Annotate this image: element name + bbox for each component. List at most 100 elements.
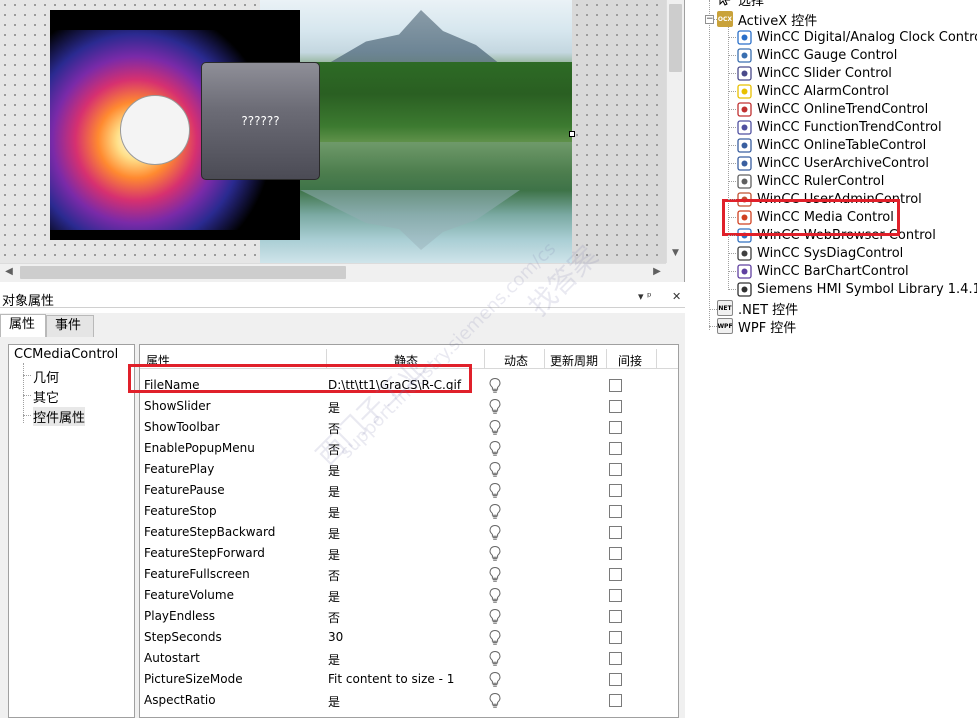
- property-row[interactable]: FeatureStepBackward 是: [140, 523, 678, 544]
- lightbulb-icon[interactable]: [488, 692, 502, 709]
- property-value[interactable]: 是: [328, 546, 340, 563]
- property-row[interactable]: FeaturePlay 是: [140, 460, 678, 481]
- scroll-right-icon[interactable]: ▶: [650, 265, 664, 279]
- indirect-checkbox[interactable]: [609, 610, 622, 623]
- indirect-checkbox[interactable]: [609, 463, 622, 476]
- tree-item-control[interactable]: Siemens HMI Symbol Library 1.4.1: [736, 280, 977, 298]
- indirect-checkbox[interactable]: [609, 547, 622, 560]
- indirect-checkbox[interactable]: [609, 421, 622, 434]
- lightbulb-icon[interactable]: [488, 482, 502, 499]
- lightbulb-icon[interactable]: [488, 503, 502, 520]
- tree-item-control[interactable]: WinCC AlarmControl: [736, 82, 889, 100]
- indirect-checkbox[interactable]: [609, 673, 622, 686]
- tree-item-control[interactable]: WinCC FunctionTrendControl: [736, 118, 942, 136]
- lightbulb-icon[interactable]: [488, 545, 502, 562]
- lightbulb-icon[interactable]: [488, 671, 502, 688]
- property-value[interactable]: 是: [328, 462, 340, 479]
- horizontal-scroll-thumb[interactable]: [20, 266, 346, 279]
- close-icon[interactable]: ✕: [672, 290, 681, 303]
- lightbulb-icon[interactable]: [488, 461, 502, 478]
- indirect-checkbox[interactable]: [609, 484, 622, 497]
- indirect-checkbox[interactable]: [609, 694, 622, 707]
- tree-item-control[interactable]: WinCC UserArchiveControl: [736, 154, 929, 172]
- tree-item-control[interactable]: WinCC BarChartControl: [736, 262, 909, 280]
- tree-item-net[interactable]: NET .NET 控件: [717, 299, 798, 318]
- property-value[interactable]: 否: [328, 567, 340, 584]
- lightbulb-icon[interactable]: [488, 524, 502, 541]
- property-value[interactable]: 是: [328, 399, 340, 416]
- indirect-checkbox[interactable]: [609, 442, 622, 455]
- canvas-vertical-scrollbar[interactable]: ▼: [666, 0, 683, 263]
- indirect-checkbox[interactable]: [609, 379, 622, 392]
- lightbulb-icon[interactable]: [488, 419, 502, 436]
- lightbulb-icon[interactable]: [488, 440, 502, 457]
- property-row[interactable]: FeatureStepForward 是: [140, 544, 678, 565]
- property-value[interactable]: 是: [328, 525, 340, 542]
- lightbulb-icon[interactable]: [488, 566, 502, 583]
- property-row[interactable]: FeatureStop 是: [140, 502, 678, 523]
- tree-item-control[interactable]: WinCC Gauge Control: [736, 46, 897, 64]
- category-control-properties[interactable]: 控件属性: [33, 407, 86, 426]
- property-value[interactable]: 是: [328, 588, 340, 605]
- lightbulb-icon[interactable]: [488, 398, 502, 415]
- function-trend-icon: [736, 119, 752, 135]
- sysdiag-icon: [736, 245, 752, 261]
- tree-item-wpf-label: WPF 控件: [738, 320, 797, 336]
- property-row[interactable]: ShowToolbar 否: [140, 418, 678, 439]
- lightbulb-icon[interactable]: [488, 629, 502, 646]
- scroll-left-icon[interactable]: ◀: [2, 265, 16, 279]
- indirect-checkbox[interactable]: [609, 568, 622, 581]
- lightbulb-icon[interactable]: [488, 377, 502, 394]
- property-value[interactable]: 否: [328, 609, 340, 626]
- tree-item-activex[interactable]: OCX ActiveX 控件: [717, 10, 817, 29]
- tree-item-control[interactable]: WinCC RulerControl: [736, 172, 884, 190]
- property-value[interactable]: 否: [328, 420, 340, 437]
- indirect-checkbox[interactable]: [609, 505, 622, 518]
- property-row[interactable]: PlayEndless 否: [140, 607, 678, 628]
- tree-item-control[interactable]: WinCC Digital/Analog Clock Control: [736, 28, 977, 46]
- lightbulb-icon[interactable]: [488, 650, 502, 667]
- indirect-checkbox[interactable]: [609, 652, 622, 665]
- tree-item-control[interactable]: WinCC OnlineTableControl: [736, 136, 926, 154]
- vertical-scroll-thumb[interactable]: [669, 4, 682, 72]
- indirect-checkbox[interactable]: [609, 631, 622, 644]
- property-row[interactable]: StepSeconds 30: [140, 628, 678, 649]
- property-row[interactable]: EnablePopupMenu 否: [140, 439, 678, 460]
- property-row[interactable]: Autostart 是: [140, 649, 678, 670]
- category-other[interactable]: 其它: [33, 387, 59, 406]
- tab-properties[interactable]: 属性: [0, 314, 46, 338]
- property-value[interactable]: 是: [328, 651, 340, 668]
- property-row[interactable]: FeaturePause 是: [140, 481, 678, 502]
- property-row[interactable]: FeatureFullscreen 否: [140, 565, 678, 586]
- property-row[interactable]: AspectRatio 是: [140, 691, 678, 712]
- property-value[interactable]: Fit content to size - 1: [328, 672, 454, 686]
- property-row[interactable]: FeatureVolume 是: [140, 586, 678, 607]
- lightbulb-icon[interactable]: [488, 608, 502, 625]
- tab-events[interactable]: 事件: [46, 315, 94, 337]
- indirect-checkbox[interactable]: [609, 526, 622, 539]
- tree-item-select[interactable]: 选择: [717, 0, 764, 9]
- tree-item-control[interactable]: WinCC SysDiagControl: [736, 244, 903, 262]
- tree-item-control[interactable]: WinCC OnlineTrendControl: [736, 100, 928, 118]
- property-value[interactable]: 是: [328, 504, 340, 521]
- indirect-checkbox[interactable]: [609, 400, 622, 413]
- button-object[interactable]: ??????: [201, 62, 320, 180]
- property-value[interactable]: 否: [328, 441, 340, 458]
- pin-icon[interactable]: ▾ ᵖ: [638, 290, 652, 303]
- tree-item-control[interactable]: WinCC Slider Control: [736, 64, 892, 82]
- property-row[interactable]: PictureSizeMode Fit content to size - 1: [140, 670, 678, 691]
- lightbulb-icon[interactable]: [488, 587, 502, 604]
- canvas-horizontal-scrollbar[interactable]: ◀ ▶: [0, 263, 666, 280]
- property-value[interactable]: 30: [328, 630, 343, 644]
- property-value[interactable]: 是: [328, 483, 340, 500]
- selection-handle[interactable]: [569, 131, 575, 137]
- canvas-view[interactable]: ??????: [0, 0, 666, 263]
- indirect-checkbox[interactable]: [609, 589, 622, 602]
- scroll-down-icon[interactable]: ▼: [669, 246, 682, 260]
- category-geometry[interactable]: 几何: [33, 367, 59, 386]
- object-name[interactable]: CCMediaControl: [14, 347, 118, 362]
- property-row[interactable]: ShowSlider 是: [140, 397, 678, 418]
- collapse-activex-icon[interactable]: −: [705, 15, 714, 24]
- property-value[interactable]: 是: [328, 693, 340, 710]
- tree-item-wpf[interactable]: WPF WPF 控件: [717, 317, 797, 336]
